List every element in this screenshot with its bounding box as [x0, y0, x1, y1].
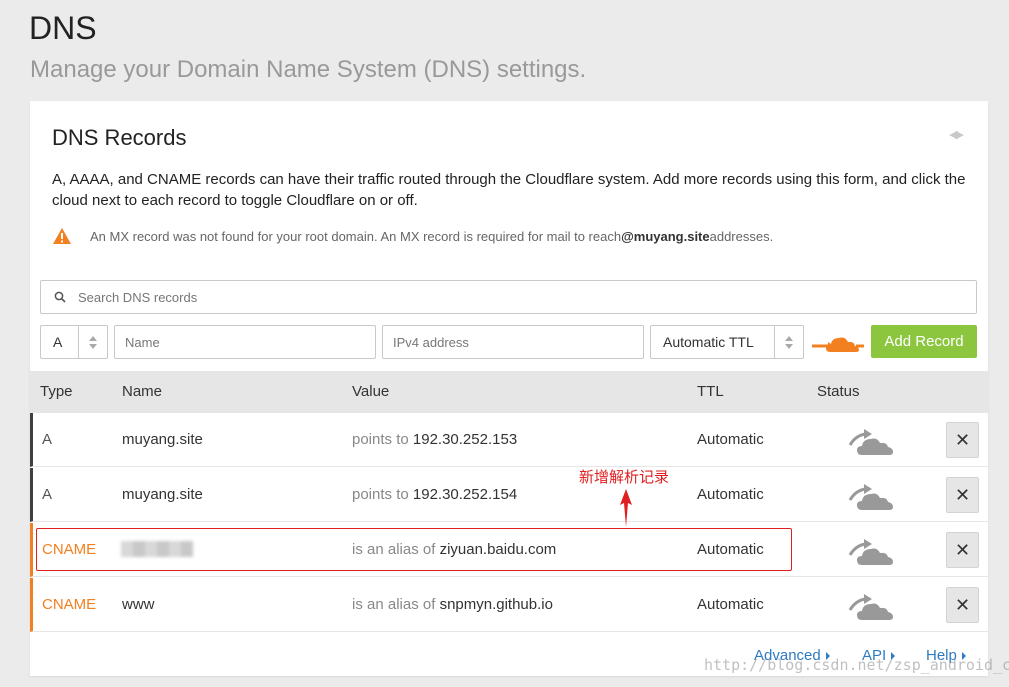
search-box — [40, 280, 977, 314]
record-ttl[interactable]: Automatic — [697, 486, 764, 503]
chevron-up-icon — [785, 336, 793, 341]
delete-record-button[interactable]: ✕ — [946, 587, 979, 623]
ipv4-address-input[interactable] — [382, 325, 644, 359]
record-ttl[interactable]: Automatic — [697, 431, 764, 448]
chevron-up-icon — [89, 336, 97, 341]
header-name: Name — [122, 383, 163, 400]
ttl-value: Automatic TTL — [663, 334, 754, 350]
value-text: 192.30.252.154 — [412, 486, 518, 503]
record-name[interactable]: muyang.site — [122, 486, 203, 503]
annotation-text: 新增解析记录 — [579, 469, 670, 486]
record-name[interactable]: muyang.site — [122, 431, 203, 448]
add-record-button[interactable]: Add Record — [871, 325, 977, 358]
record-value[interactable]: points to 192.30.252.154 — [352, 486, 517, 503]
record-value[interactable]: points to 192.30.252.153 — [352, 431, 517, 448]
mx-warning: An MX record was not found for your root… — [52, 227, 773, 245]
value-prefix: points to — [352, 486, 409, 503]
ttl-spinner[interactable] — [774, 326, 803, 358]
record-type-value: A — [53, 334, 63, 350]
record-name[interactable]: www — [122, 596, 155, 613]
table-header: Type Name Value TTL Status — [30, 371, 988, 413]
card-title: DNS Records — [52, 125, 187, 150]
chevron-down-icon — [785, 344, 793, 349]
gray-cloud-icon[interactable] — [848, 425, 898, 457]
table-row: A muyang.site points to 192.30.252.154 A… — [30, 468, 988, 522]
record-value[interactable]: is an alias of snpmyn.github.io — [352, 596, 553, 613]
chevron-down-icon — [89, 344, 97, 349]
warning-text-before: An MX record was not found for your root… — [90, 228, 622, 244]
delete-record-button[interactable]: ✕ — [946, 477, 979, 513]
record-type: A — [42, 486, 53, 503]
record-type: CNAME — [42, 596, 97, 613]
record-type-spinner[interactable] — [78, 326, 107, 358]
record-ttl[interactable]: Automatic — [697, 596, 764, 613]
header-ttl: TTL — [697, 383, 724, 400]
annotation-arrow-icon — [620, 489, 632, 527]
page-subtitle: Manage your Domain Name System (DNS) set… — [30, 56, 587, 83]
gray-cloud-icon[interactable] — [848, 535, 898, 567]
page-title: DNS — [29, 10, 97, 46]
record-type: A — [42, 431, 53, 448]
ttl-select[interactable]: Automatic TTL — [650, 325, 804, 359]
record-type-select[interactable]: A — [40, 325, 108, 359]
header-status: Status — [817, 383, 860, 400]
value-text: 192.30.252.153 — [412, 431, 518, 448]
gray-cloud-icon[interactable] — [848, 480, 898, 512]
search-icon — [54, 291, 66, 303]
name-input[interactable] — [114, 325, 376, 359]
table-row: A muyang.site points to 192.30.252.153 A… — [30, 413, 988, 467]
card-description: A, AAAA, and CNAME records can have thei… — [52, 171, 966, 209]
search-input[interactable] — [76, 288, 976, 306]
header-value: Value — [352, 383, 390, 400]
delete-record-button[interactable]: ✕ — [946, 532, 979, 568]
watermark: http://blog.csdn.net/zsp_android_com — [704, 656, 1009, 674]
header-type: Type — [40, 383, 73, 400]
annotation-highlight-box — [36, 528, 792, 571]
warning-icon — [53, 228, 71, 244]
warning-domain: @muyang.site — [621, 228, 710, 244]
value-text: snpmyn.github.io — [439, 596, 553, 613]
table-row: CNAME www is an alias of snpmyn.github.i… — [30, 578, 988, 632]
collapse-toggle-icon[interactable]: ◀▶ — [949, 128, 964, 141]
value-prefix: is an alias of — [352, 596, 436, 613]
warning-text-after: addresses. — [709, 228, 774, 244]
delete-record-button[interactable]: ✕ — [946, 422, 979, 458]
value-prefix: points to — [352, 431, 409, 448]
orange-cloud-icon[interactable] — [812, 332, 864, 354]
gray-cloud-icon[interactable] — [848, 590, 898, 622]
dns-records-card: DNS Records ◀▶ A, AAAA, and CNAME record… — [30, 101, 988, 676]
